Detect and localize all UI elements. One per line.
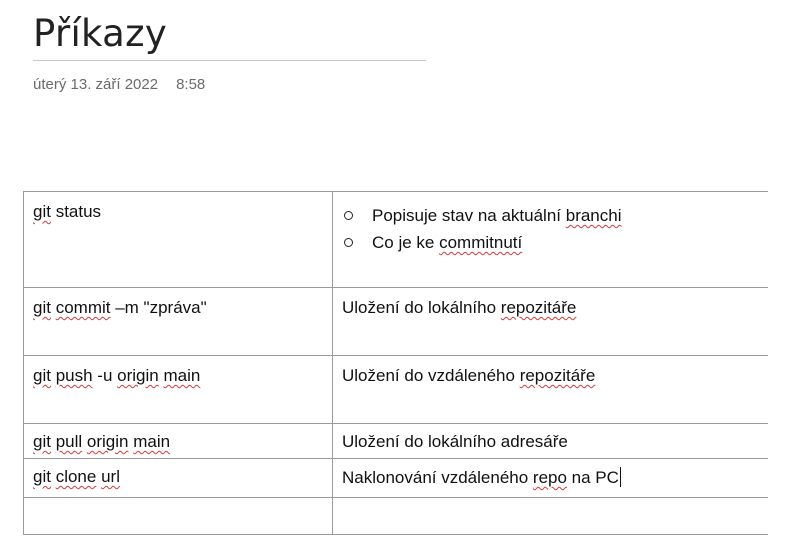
description-cell[interactable]: Uložení do lokálního adresáře	[332, 423, 784, 459]
table-row: git clone url Naklonování vzdáleného rep…	[23, 458, 784, 498]
page-title[interactable]: Příkazy	[33, 12, 167, 55]
table-row: git push -u origin main Uložení do vzdál…	[23, 355, 784, 424]
command-text: git	[33, 298, 51, 317]
table-row: git status Popisuje stav na aktuální bra…	[23, 191, 784, 288]
command-text: url	[101, 467, 120, 486]
description-text: repozitáře	[500, 298, 577, 317]
command-cell[interactable]: git commit –m "zpráva"	[23, 287, 333, 356]
bullet-text: branchi	[565, 206, 622, 225]
command-text: pull	[55, 432, 83, 451]
description-text: repo	[532, 468, 567, 487]
title-underline	[33, 60, 426, 61]
command-text: main	[163, 366, 201, 385]
bullet-text: Popisuje stav na aktuální	[372, 206, 566, 225]
description-cell[interactable]: Uložení do vzdáleného repozitáře	[332, 355, 784, 424]
table-row: git commit –m "zpráva" Uložení do lokáln…	[23, 287, 784, 356]
description-cell[interactable]	[332, 497, 784, 535]
bullet-item: Co je ke commitnutí	[342, 229, 774, 256]
viewport-clip	[768, 180, 795, 560]
description-text: Naklonování vzdáleného	[342, 468, 533, 487]
command-text: clone	[55, 467, 97, 486]
command-text: push	[55, 366, 93, 385]
command-cell[interactable]: git push -u origin main	[23, 355, 333, 424]
description-bullet-list: Popisuje stav na aktuální branchi Co je …	[342, 202, 774, 256]
command-text: -u	[92, 366, 118, 385]
description-text: Uložení do lokálního adresáře	[342, 432, 568, 451]
description-text: na PC	[566, 468, 619, 487]
command-cell[interactable]: git pull origin main	[23, 423, 333, 459]
command-text: git	[33, 467, 51, 486]
page-time: 8:58	[176, 76, 206, 93]
table-row	[23, 497, 784, 535]
command-text: origin	[117, 366, 159, 385]
command-text: status	[50, 202, 102, 221]
description-cell[interactable]: Uložení do lokálního repozitáře	[332, 287, 784, 356]
description-cell[interactable]: Popisuje stav na aktuální branchi Co je …	[332, 191, 784, 288]
bullet-text: Co je ke	[372, 233, 440, 252]
table-row: git pull origin main Uložení do lokálníh…	[23, 423, 784, 459]
bullet-text: commitnutí	[439, 233, 523, 252]
description-text: Uložení do vzdáleného	[342, 366, 520, 385]
command-text: commit	[55, 298, 111, 317]
command-cell[interactable]: git status	[23, 191, 333, 288]
page-date: úterý 13. září 2022	[33, 76, 159, 93]
command-text: git	[33, 202, 51, 221]
description-cell[interactable]: Naklonování vzdáleného repo na PC	[332, 458, 784, 498]
command-cell[interactable]: git clone url	[23, 458, 333, 498]
command-cell[interactable]	[23, 497, 333, 535]
command-text: main	[133, 432, 171, 451]
bullet-item: Popisuje stav na aktuální branchi	[342, 202, 774, 229]
command-text: –m "zpráva"	[110, 298, 207, 317]
command-text: git	[33, 432, 51, 451]
page-timestamp: úterý 13. září 2022 8:58	[33, 76, 205, 93]
commands-table: git status Popisuje stav na aktuální bra…	[23, 191, 784, 535]
text-cursor	[619, 467, 621, 487]
description-text: Uložení do lokálního	[342, 298, 501, 317]
command-text: origin	[86, 432, 129, 451]
description-text: repozitáře	[519, 366, 596, 385]
command-text: git	[33, 366, 51, 385]
